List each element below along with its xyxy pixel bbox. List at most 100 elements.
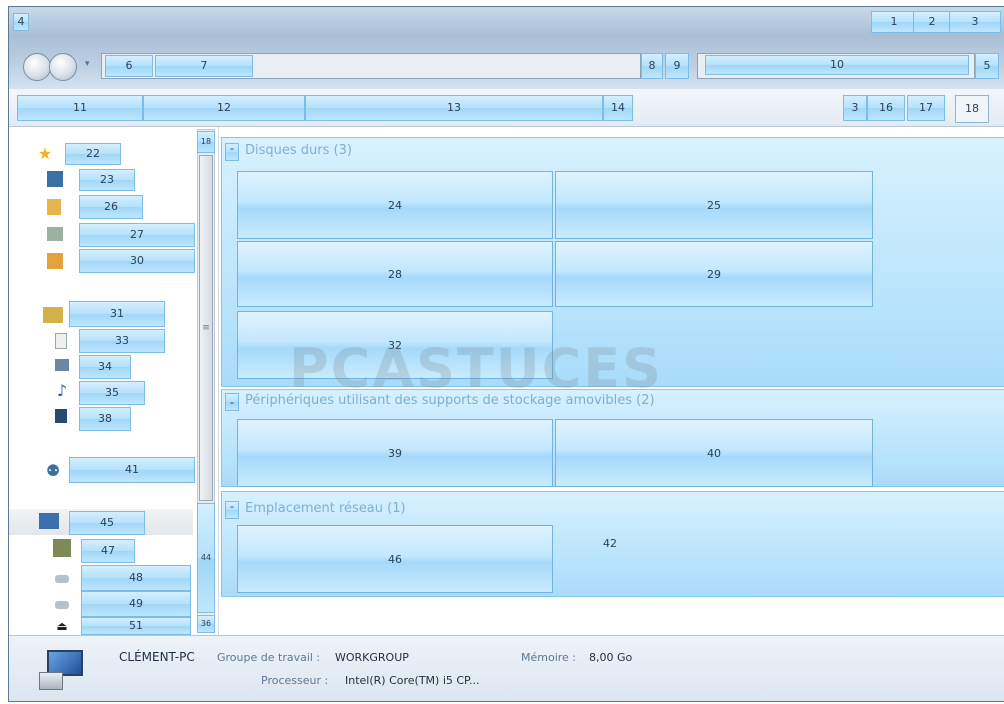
nav-recent-places[interactable]: 27 [79,223,195,247]
processor-value: Intel(R) Core(TM) i5 CP... [345,674,480,687]
marker-45: 45 [100,516,114,529]
marker-2: 2 [928,15,936,28]
libraries-icon [43,307,63,323]
nav-downloads[interactable]: 26 [79,195,143,219]
history-dropdown-icon[interactable]: ▾ [85,59,95,73]
music-note-icon: ♪ [56,380,68,400]
search-input[interactable]: 10 [705,55,969,75]
marker-46: 46 [388,552,402,566]
marker-3: 3 [971,15,979,28]
command-bar: 11 12 13 14 3 16 17 18 [9,89,1004,127]
scroll-track-lower[interactable]: 44 [197,503,215,613]
recent-places-icon [47,227,63,241]
marker-18b: 18 [200,137,212,146]
system-properties-button[interactable]: 12 [143,95,305,121]
marker-16: 16 [879,101,893,114]
workgroup-value: WORKGROUP [335,651,409,664]
marker-12: 12 [217,101,231,114]
collapse-network-button[interactable]: ⌃ [225,501,239,519]
breadcrumb-root[interactable]: 6 [105,55,153,77]
marker-36: 36 [200,619,212,628]
nav-pictures[interactable]: 34 [79,355,131,379]
drive-tile-1[interactable]: 24 [237,171,553,239]
scroll-up-button[interactable]: 18 [197,131,215,153]
uninstall-program-button[interactable]: 13 [305,95,603,121]
marker-3b: 3 [851,101,859,114]
marker-26: 26 [104,200,118,213]
marker-35: 35 [105,386,119,399]
removable-tile-2[interactable]: 40 [555,419,873,487]
address-dropdown-button[interactable]: 8 [641,53,663,79]
marker-7: 7 [200,59,208,72]
drive-tile-3[interactable]: 28 [237,241,553,307]
marker-25: 25 [707,198,721,212]
nav-videos[interactable]: 38 [79,407,131,431]
nav-drive-e[interactable]: 49 [81,591,191,617]
close-button[interactable]: 3 [949,11,1001,33]
marker-14: 14 [611,101,625,114]
marker-6: 6 [125,59,133,72]
nav-homegroup[interactable]: 41 [69,457,195,483]
removable-tile-1[interactable]: 39 [237,419,553,487]
marker-9: 9 [673,59,681,72]
hard-drive-icon-2 [55,601,69,609]
group-network-header: Emplacement réseau (1) [245,501,406,516]
nav-desktop[interactable]: 23 [79,169,135,191]
forward-button[interactable] [49,53,77,81]
marker-41: 41 [125,463,139,476]
collapse-removable-button[interactable]: ⌄ [225,393,239,411]
content-pane: ⌃ Disques durs (3) 24 25 28 29 32 ⌄ Péri… [219,127,1004,635]
marker-1: 1 [890,15,898,28]
nav-music[interactable]: 35 [79,381,145,405]
search-button[interactable]: 5 [975,53,999,79]
marker-31: 31 [110,307,124,320]
minimize-button[interactable]: 1 [871,11,917,33]
nav-dvd-drive[interactable]: 51 [81,617,191,635]
nav-shared-folder[interactable]: 30 [79,249,195,273]
nav-computer[interactable]: 45 [69,511,145,535]
breadcrumb-computer[interactable]: 7 [155,55,253,77]
memory-value: 8,00 Go [589,651,633,664]
downloads-folder-icon [47,199,61,215]
view-options-button[interactable]: 3 [843,95,867,121]
computer-name: CLÉMENT-PC [119,650,195,664]
preview-pane-button[interactable]: 17 [907,95,945,121]
marker-47: 47 [101,544,115,557]
marker-17: 17 [919,101,933,114]
drive-tile-4[interactable]: 29 [555,241,873,307]
back-button[interactable] [23,53,51,81]
marker-11: 11 [73,101,87,114]
marker-13: 13 [447,101,461,114]
more-commands-button[interactable]: 14 [603,95,633,121]
scroll-down-button[interactable]: 36 [197,615,215,633]
marker-28: 28 [388,267,402,281]
refresh-button[interactable]: 9 [665,53,689,79]
marker-22: 22 [86,147,100,160]
window-icon[interactable]: 4 [13,13,29,31]
nav-favorites[interactable]: 22 [65,143,121,165]
workgroup-label: Groupe de travail : [217,651,321,664]
nav-drive-c[interactable]: 47 [81,539,135,563]
drive-tile-2[interactable]: 25 [555,171,873,239]
marker-30: 30 [130,254,144,267]
marker-39: 39 [388,446,402,460]
marker-4: 4 [17,15,25,28]
network-location-tile[interactable]: 46 [237,525,553,593]
documents-icon [55,333,67,349]
view-dropdown-button[interactable]: 16 [867,95,905,121]
marker-42: 42 [603,537,617,550]
scroll-grip-icon: ≡ [202,323,210,333]
nav-documents[interactable]: 33 [79,329,165,353]
maximize-button[interactable]: 2 [913,11,951,33]
nav-libraries[interactable]: 31 [69,301,165,327]
marker-27: 27 [130,228,144,241]
help-button[interactable]: 18 [955,95,989,123]
nav-drive-d[interactable]: 48 [81,565,191,591]
videos-icon [55,409,67,423]
watermark: PCASTUCES [289,337,663,400]
marker-24: 24 [388,198,402,212]
collapse-hard-disks-button[interactable]: ⌃ [225,143,239,161]
homegroup-icon: ⚉ [45,460,61,480]
organize-menu[interactable]: 11 [17,95,143,121]
marker-18: 18 [965,102,979,115]
